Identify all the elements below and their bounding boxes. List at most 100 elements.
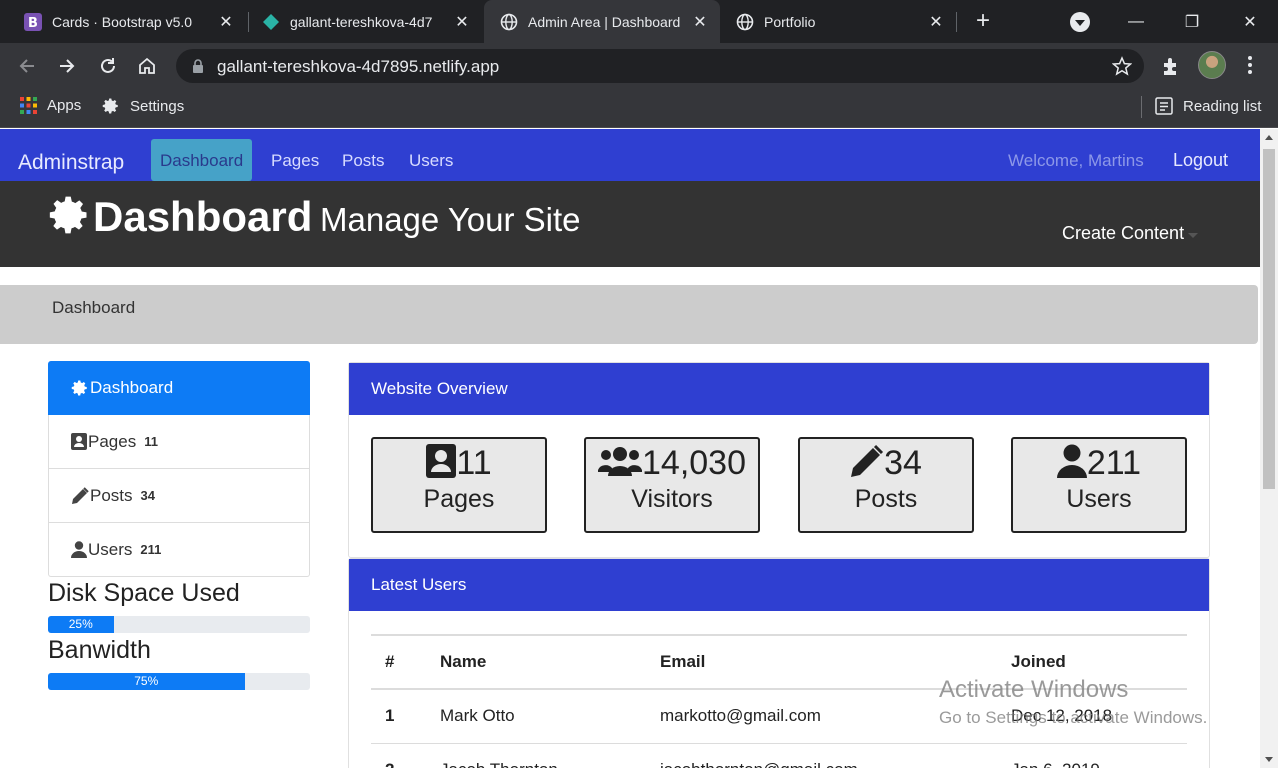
user-icon — [71, 541, 87, 558]
gear-icon — [48, 193, 92, 242]
disk-space-progress-fill: 25% — [48, 616, 114, 633]
lock-icon — [192, 59, 204, 78]
forward-arrow-icon[interactable] — [52, 51, 82, 81]
close-tab-icon[interactable]: ✕ — [452, 12, 472, 32]
contact-card-icon — [71, 433, 87, 450]
reading-list-icon — [1155, 97, 1173, 115]
sidebar-item-count: 211 — [140, 542, 162, 557]
browser-toolbar: gallant-tereshkova-4d7895.netlify.app — [0, 43, 1278, 88]
apps-grid-icon — [20, 97, 37, 114]
globe-icon — [500, 13, 518, 31]
browser-tab-portfolio[interactable]: Portfolio ✕ — [720, 0, 956, 43]
stat-card-visitors: 14,030 Visitors — [584, 437, 760, 533]
site-navbar: Adminstrap Dashboard Pages Posts Users W… — [0, 129, 1260, 181]
netlify-icon — [262, 13, 280, 31]
panel-heading: Website Overview — [349, 363, 1209, 415]
table-cell: Jacob Thornton — [426, 742, 646, 768]
contact-card-icon — [426, 443, 457, 483]
page-header: Dashboard Manage Your Site Create Conten… — [0, 181, 1260, 267]
website-overview-panel: Website Overview 11 Pages 14,030 Visitor… — [348, 362, 1210, 558]
nav-link-dashboard[interactable]: Dashboard — [151, 139, 253, 181]
table-row: 2 Jacob Thornton jacobthornton@gmail.com… — [371, 742, 1187, 768]
welcome-text: Welcome, Martins — [1008, 151, 1144, 170]
nav-link-users[interactable]: Users — [400, 139, 462, 181]
watermark-line: Activate Windows — [939, 676, 1129, 703]
bookmark-settings[interactable]: Settings — [102, 97, 184, 115]
close-tab-icon[interactable]: ✕ — [690, 12, 710, 32]
bookmark-apps[interactable]: Apps — [20, 97, 81, 114]
scroll-down-arrow-icon[interactable] — [1265, 757, 1273, 762]
home-icon[interactable] — [132, 51, 162, 81]
tab-search-icon[interactable] — [1070, 12, 1090, 32]
stat-value: 211 — [1086, 443, 1142, 482]
user-icon — [1056, 444, 1087, 483]
tab-title: gallant-tereshkova-4d7 — [290, 13, 433, 30]
sidebar-item-label: Posts — [90, 485, 133, 505]
column-header: Name — [426, 634, 646, 690]
browser-tab-netlify[interactable]: gallant-tereshkova-4d7 ✕ — [246, 0, 482, 43]
sidebar-item-label: Users — [88, 539, 133, 559]
sidebar-item-label: Pages — [88, 431, 137, 451]
bookmark-label: Settings — [130, 97, 185, 115]
browser-menu-icon[interactable] — [1240, 55, 1260, 75]
sidebar-item-count: 34 — [140, 488, 155, 503]
logout-link[interactable]: Logout — [1173, 139, 1228, 181]
tab-title: Cards · Bootstrap v5.0 — [52, 13, 193, 30]
browser-tab-admin-area[interactable]: Admin Area | Dashboard ✕ — [484, 0, 720, 43]
close-tab-icon[interactable]: ✕ — [926, 12, 946, 32]
globe-icon — [736, 13, 754, 31]
bootstrap-icon: B — [24, 12, 42, 31]
sidebar-item-dashboard[interactable]: Dashboard — [48, 361, 310, 415]
tab-title: Portfolio — [764, 13, 816, 30]
breadcrumb: Dashboard — [0, 285, 1258, 344]
page-scrollbar[interactable] — [1260, 129, 1278, 768]
scrollbar-thumb[interactable] — [1263, 149, 1275, 489]
pencil-icon — [850, 444, 884, 483]
extensions-puzzle-icon[interactable] — [1160, 55, 1182, 82]
stat-card-pages: 11 Pages — [371, 437, 547, 533]
minimize-icon[interactable]: — — [1113, 0, 1159, 43]
bandwidth-progress: 75% — [48, 673, 310, 690]
sidebar-item-users[interactable]: Users 211 — [48, 523, 310, 577]
browser-tab-bootstrap[interactable]: B Cards · Bootstrap v5.0 ✕ — [8, 0, 246, 43]
url-text: gallant-tereshkova-4d7895.netlify.app — [217, 57, 500, 76]
sidebar-item-pages[interactable]: Pages 11 — [48, 415, 310, 469]
stat-label: Pages — [423, 485, 495, 513]
table-cell: jacobthornton@gmail.com — [646, 742, 997, 768]
tab-title: Admin Area | Dashboard — [528, 13, 681, 30]
gear-icon — [71, 379, 89, 397]
browser-tab-strip: B Cards · Bootstrap v5.0 ✕ gallant-teres… — [0, 0, 1278, 43]
bookmark-star-icon[interactable] — [1111, 56, 1133, 81]
panel-heading: Latest Users — [349, 559, 1209, 611]
table-cell: Jan 6, 2019 — [997, 742, 1187, 768]
reload-icon[interactable] — [93, 51, 123, 81]
close-window-icon[interactable]: ✕ — [1227, 0, 1273, 43]
scroll-up-arrow-icon[interactable] — [1265, 135, 1273, 140]
brand-logo[interactable]: Adminstrap — [18, 151, 124, 175]
activate-windows-watermark: Activate Windows Go to Settings to activ… — [939, 676, 1207, 728]
bookmark-label: Apps — [47, 97, 82, 114]
restore-icon[interactable]: ❐ — [1169, 0, 1215, 43]
tab-separator — [956, 12, 957, 32]
address-bar[interactable]: gallant-tereshkova-4d7895.netlify.app — [176, 49, 1144, 83]
sidebar-item-count: 11 — [144, 434, 158, 449]
sidebar-item-posts[interactable]: Posts 34 — [48, 469, 310, 523]
profile-avatar[interactable] — [1198, 51, 1226, 79]
latest-users-panel: Latest Users # Name Email Joined 1 Mark … — [348, 558, 1210, 768]
new-tab-plus-icon[interactable]: + — [970, 8, 996, 34]
back-arrow-icon[interactable] — [12, 51, 42, 81]
bookmarks-bar: Apps Settings Reading list — [0, 88, 1278, 128]
disk-space-heading: Disk Space Used — [48, 579, 240, 607]
close-tab-icon[interactable]: ✕ — [216, 12, 236, 32]
stat-value: 14,030 — [642, 443, 746, 482]
bookmark-label: Reading list — [1183, 97, 1262, 115]
nav-link-posts[interactable]: Posts — [333, 139, 394, 181]
nav-link-pages[interactable]: Pages — [262, 139, 328, 181]
stat-label: Users — [1066, 485, 1132, 513]
stat-value: 34 — [884, 443, 922, 482]
watermark-line: Go to Settings to activate Windows. — [939, 708, 1208, 727]
create-content-dropdown[interactable]: Create Content — [1062, 223, 1184, 244]
chevron-down-icon[interactable] — [1188, 233, 1198, 238]
reading-list[interactable]: Reading list — [1155, 97, 1261, 115]
table-cell: 2 — [371, 742, 426, 768]
